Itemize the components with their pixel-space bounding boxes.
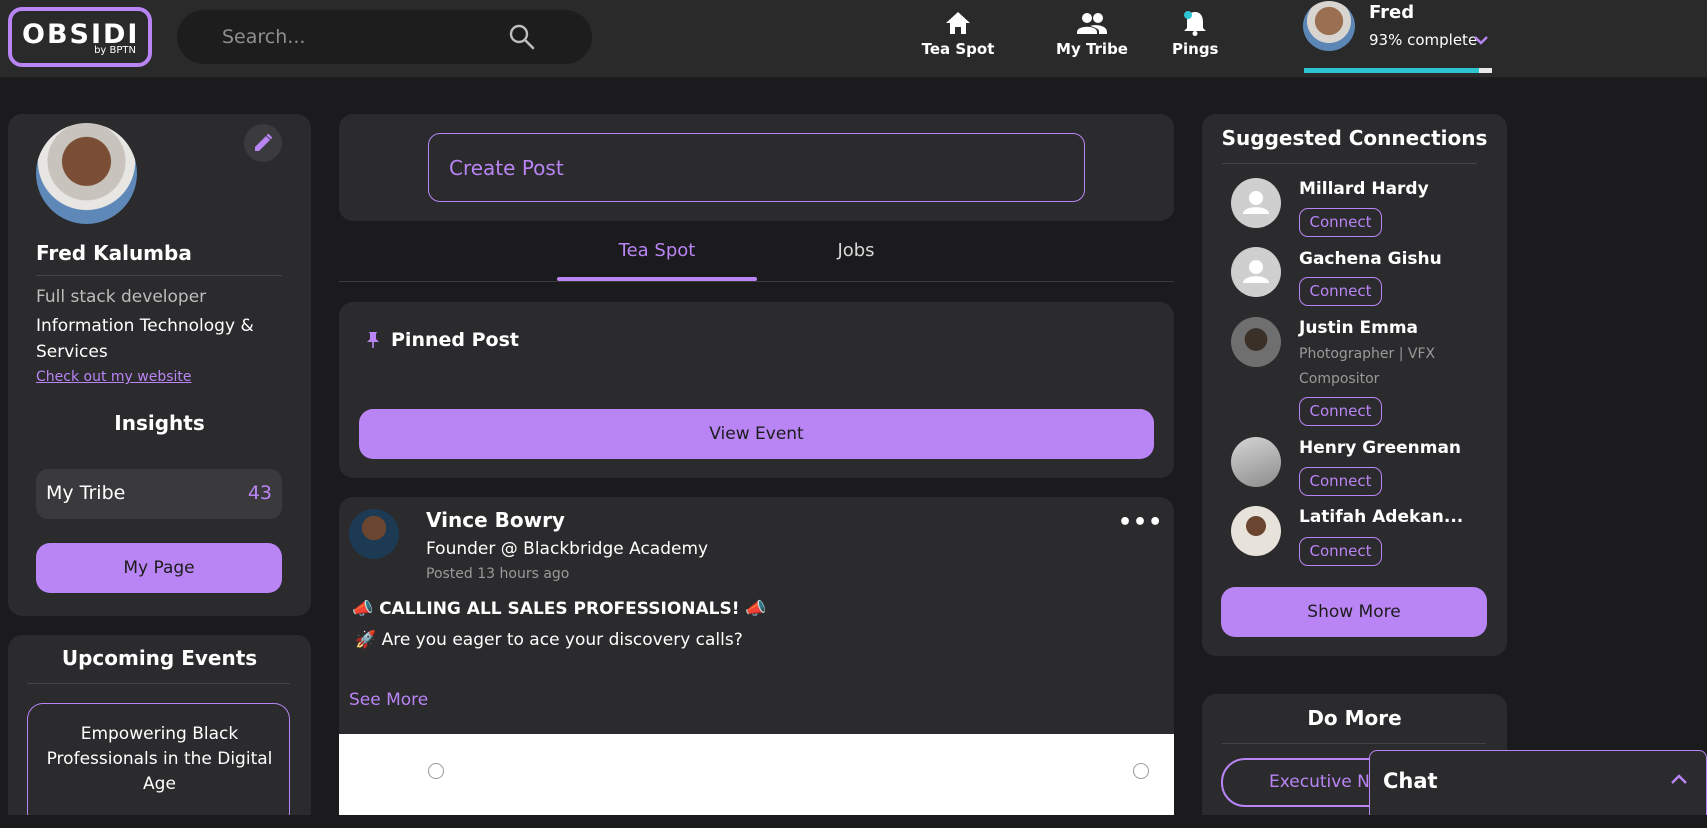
person-name[interactable]: Latifah Adekan... <box>1299 507 1463 527</box>
connect-button[interactable]: Connect <box>1299 208 1382 237</box>
person-avatar[interactable] <box>1231 437 1281 487</box>
connect-button[interactable]: Connect <box>1299 537 1382 566</box>
logo-subtext: by BPTN <box>94 45 136 56</box>
bottom-strip <box>0 815 1707 828</box>
nav-my-tribe[interactable]: My Tribe <box>1052 8 1132 68</box>
connect-button[interactable]: Connect <box>1299 467 1382 496</box>
pin-icon <box>367 332 379 348</box>
tab-jobs[interactable]: Jobs <box>756 240 956 261</box>
home-icon <box>946 12 970 34</box>
active-tab-indicator <box>557 277 757 281</box>
event-title: Empowering Black Professionals in the Di… <box>46 724 273 794</box>
tribe-label: My Tribe <box>46 482 126 504</box>
person-name[interactable]: Justin Emma <box>1299 318 1418 338</box>
my-tribe-stat[interactable]: My Tribe 43 <box>36 469 282 519</box>
carousel-prev-icon[interactable] <box>428 763 444 779</box>
chevron-down-icon[interactable] <box>1473 34 1489 46</box>
profile-completion-fill <box>1304 68 1479 73</box>
create-post-placeholder: Create Post <box>449 156 564 180</box>
edit-profile-button[interactable] <box>244 124 282 162</box>
nav-pings[interactable]: Pings <box>1172 8 1218 68</box>
post-author-avatar[interactable] <box>349 509 399 559</box>
more-options-icon[interactable]: ••• <box>1118 510 1163 535</box>
create-post-input[interactable]: Create Post <box>428 133 1085 202</box>
pencil-icon <box>255 133 273 151</box>
my-page-button[interactable]: My Page <box>36 543 282 593</box>
chevron-up-icon[interactable] <box>1670 773 1688 785</box>
user-menu[interactable]: Fred 93% complete <box>1303 0 1493 74</box>
profile-name: Fred Kalumba <box>36 241 192 265</box>
person-avatar[interactable] <box>1231 317 1281 367</box>
divider <box>1222 743 1486 744</box>
person-name[interactable]: Millard Hardy <box>1299 179 1429 199</box>
person-avatar[interactable] <box>1231 247 1281 297</box>
profile-completion-text: 93% complete <box>1369 31 1478 49</box>
search-bar[interactable]: Search... <box>177 10 592 64</box>
profile-industry: Information Technology & Services <box>36 316 254 362</box>
connect-button[interactable]: Connect <box>1299 277 1382 306</box>
divider <box>27 683 290 684</box>
tab-divider <box>339 281 1174 282</box>
person-name[interactable]: Henry Greenman <box>1299 438 1461 458</box>
nav-label: Pings <box>1172 40 1219 58</box>
top-bar: OBSIDI by BPTN Search... Tea Spot My Tri… <box>0 0 1707 78</box>
person-avatar[interactable] <box>1231 178 1281 228</box>
upcoming-events-title: Upcoming Events <box>61 646 258 670</box>
post-timestamp: Posted 13 hours ago <box>426 566 570 582</box>
person-avatar[interactable] <box>1231 506 1281 556</box>
user-name: Fred <box>1369 2 1415 23</box>
pinned-post-label: Pinned Post <box>391 329 519 351</box>
bell-icon <box>1184 11 1206 36</box>
chat-label: Chat <box>1383 769 1438 793</box>
people-icon <box>1077 13 1107 34</box>
nav-label: Tea Spot <box>921 40 995 58</box>
tab-tea-spot[interactable]: Tea Spot <box>557 240 757 261</box>
default-user-icon <box>1243 191 1269 214</box>
search-input[interactable]: Search... <box>222 26 305 48</box>
event-card[interactable]: Empowering Black Professionals in the Di… <box>27 703 290 828</box>
suggested-connections-title: Suggested Connections <box>1221 126 1488 150</box>
tribe-count: 43 <box>247 482 272 504</box>
show-more-button[interactable]: Show More <box>1221 587 1487 637</box>
nav-tea-spot[interactable]: Tea Spot <box>918 8 998 68</box>
see-more-link[interactable]: See More <box>349 690 428 710</box>
connect-button[interactable]: Connect <box>1299 397 1382 426</box>
post-author-name[interactable]: Vince Bowry <box>426 508 565 532</box>
divider <box>36 275 282 276</box>
view-event-button[interactable]: View Event <box>359 409 1154 459</box>
person-name[interactable]: Gachena Gishu <box>1299 249 1442 269</box>
profile-completion-bar <box>1304 68 1492 73</box>
post-text-line: 📣 CALLING ALL SALES PROFESSIONALS! 📣 <box>352 599 767 619</box>
profile-avatar <box>36 123 137 224</box>
website-link[interactable]: Check out my website <box>36 369 192 385</box>
carousel-next-icon[interactable] <box>1133 763 1149 779</box>
logo[interactable]: OBSIDI by BPTN <box>8 7 152 67</box>
search-icon[interactable] <box>508 23 536 51</box>
divider <box>1222 163 1477 164</box>
nav-label: My Tribe <box>1056 40 1128 58</box>
do-more-title: Do More <box>1307 706 1402 730</box>
person-subtitle: Photographer | VFX Compositor <box>1299 346 1436 387</box>
avatar <box>1303 1 1355 51</box>
post-media-carousel <box>339 734 1174 828</box>
chat-widget[interactable]: Chat <box>1369 750 1707 816</box>
post-text-line: 🚀 Are you eager to ace your discovery ca… <box>355 630 743 650</box>
default-user-icon <box>1243 260 1269 283</box>
profile-role: Full stack developer <box>36 287 207 307</box>
insights-title: Insights <box>114 411 205 435</box>
post-author-title: Founder @ Blackbridge Academy <box>426 539 709 559</box>
